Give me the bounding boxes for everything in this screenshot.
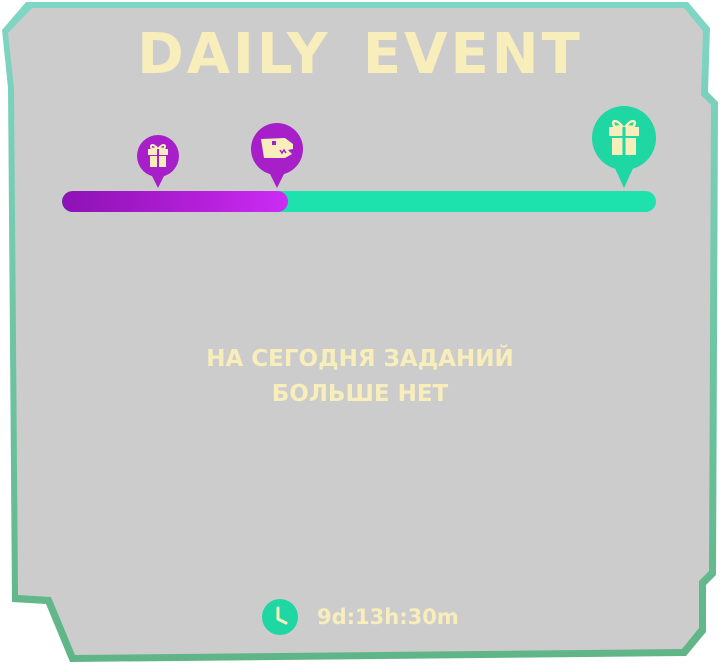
event-title: DAILY EVENT xyxy=(137,22,583,87)
milestone-dino[interactable] xyxy=(250,122,306,190)
no-tasks-line-1: НА СЕГОДНЯ ЗАДАНИЙ xyxy=(206,346,514,372)
timer-value: 9d:13h:30m xyxy=(317,605,459,629)
milestone-gift-small[interactable] xyxy=(136,134,182,190)
clock-icon xyxy=(262,599,298,635)
event-progress-fill xyxy=(62,191,288,212)
gift-icon xyxy=(148,144,168,167)
milestone-gift-grand[interactable] xyxy=(591,106,657,190)
event-timer: 9d:13h:30m xyxy=(262,599,459,635)
event-progress-bar xyxy=(62,191,656,212)
dino-head-icon xyxy=(261,138,293,158)
daily-event-screen: DAILY EVENT НА СЕГОДНЯ ЗАДАНИЙ БОЛЬШЕ НЕ… xyxy=(0,0,720,666)
no-tasks-line-2: БОЛЬШЕ НЕТ xyxy=(271,381,449,407)
no-tasks-message: НА СЕГОДНЯ ЗАДАНИЙ БОЛЬШЕ НЕТ xyxy=(0,342,720,412)
event-panel xyxy=(2,2,718,662)
